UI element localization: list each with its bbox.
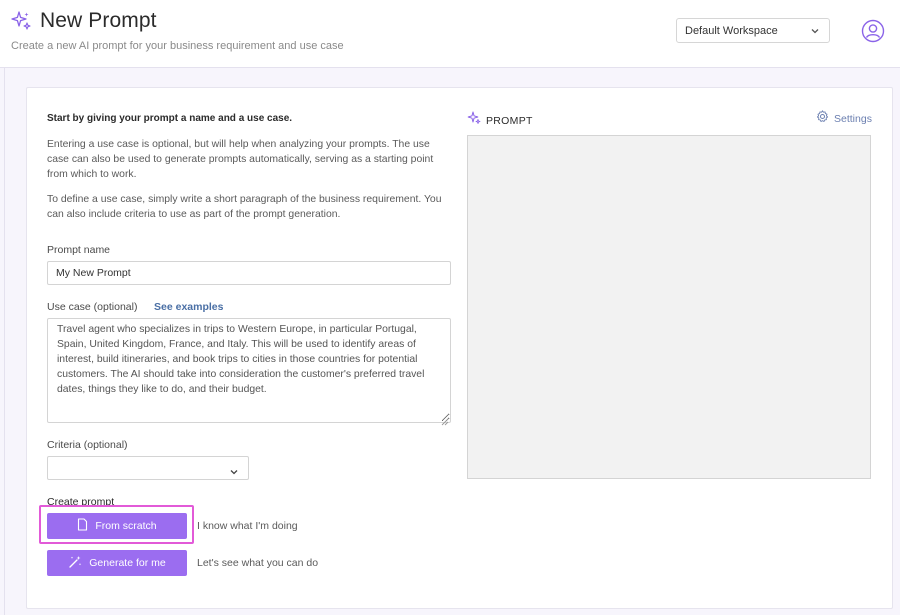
document-icon — [77, 518, 95, 534]
chevron-down-icon — [810, 26, 820, 36]
generate-for-me-hint: Let's see what you can do — [197, 557, 319, 569]
from-scratch-label: From scratch — [95, 520, 157, 532]
from-scratch-hint: I know what I'm doing — [197, 520, 298, 532]
top-header: New Prompt Create a new AI prompt for yo… — [0, 0, 900, 68]
prompt-panel-header: PROMPT — [467, 111, 533, 130]
title-row: New Prompt — [10, 9, 157, 33]
magic-wand-icon — [68, 555, 89, 572]
generate-for-me-label: Generate for me — [89, 557, 166, 569]
prompt-name-input[interactable]: My New Prompt — [47, 261, 451, 285]
use-case-label: Use case (optional) — [47, 301, 138, 313]
generate-for-me-button[interactable]: Generate for me — [47, 550, 187, 576]
see-examples-link[interactable]: See examples — [154, 301, 223, 313]
page-title: New Prompt — [40, 9, 157, 32]
sparkle-icon — [467, 111, 481, 130]
workspace-select[interactable]: Default Workspace — [676, 18, 830, 43]
criteria-select[interactable] — [47, 456, 249, 480]
resize-handle-icon[interactable] — [441, 413, 449, 426]
workspace-select-value: Default Workspace — [685, 25, 778, 37]
user-circle-icon[interactable] — [861, 19, 885, 43]
intro-paragraph: Entering a use case is optional, but wil… — [47, 139, 434, 180]
prompt-name-label: Prompt name — [47, 244, 111, 256]
intro-paragraph: To define a use case, simply write a sho… — [47, 194, 442, 220]
gear-icon — [816, 110, 829, 128]
settings-label: Settings — [834, 113, 872, 125]
prompt-editor-box[interactable] — [467, 135, 871, 479]
chevron-down-icon — [229, 464, 239, 475]
left-divider — [4, 68, 5, 615]
intro-heading: Start by giving your prompt a name and a… — [47, 113, 293, 124]
from-scratch-button[interactable]: From scratch — [47, 513, 187, 539]
sparkle-icon — [10, 10, 32, 32]
prompt-panel-title: PROMPT — [486, 114, 533, 127]
page-subtitle: Create a new AI prompt for your business… — [11, 40, 344, 52]
settings-link[interactable]: Settings — [816, 110, 872, 128]
use-case-textarea[interactable]: Travel agent who specializes in trips to… — [47, 318, 451, 423]
criteria-label: Criteria (optional) — [47, 439, 128, 451]
